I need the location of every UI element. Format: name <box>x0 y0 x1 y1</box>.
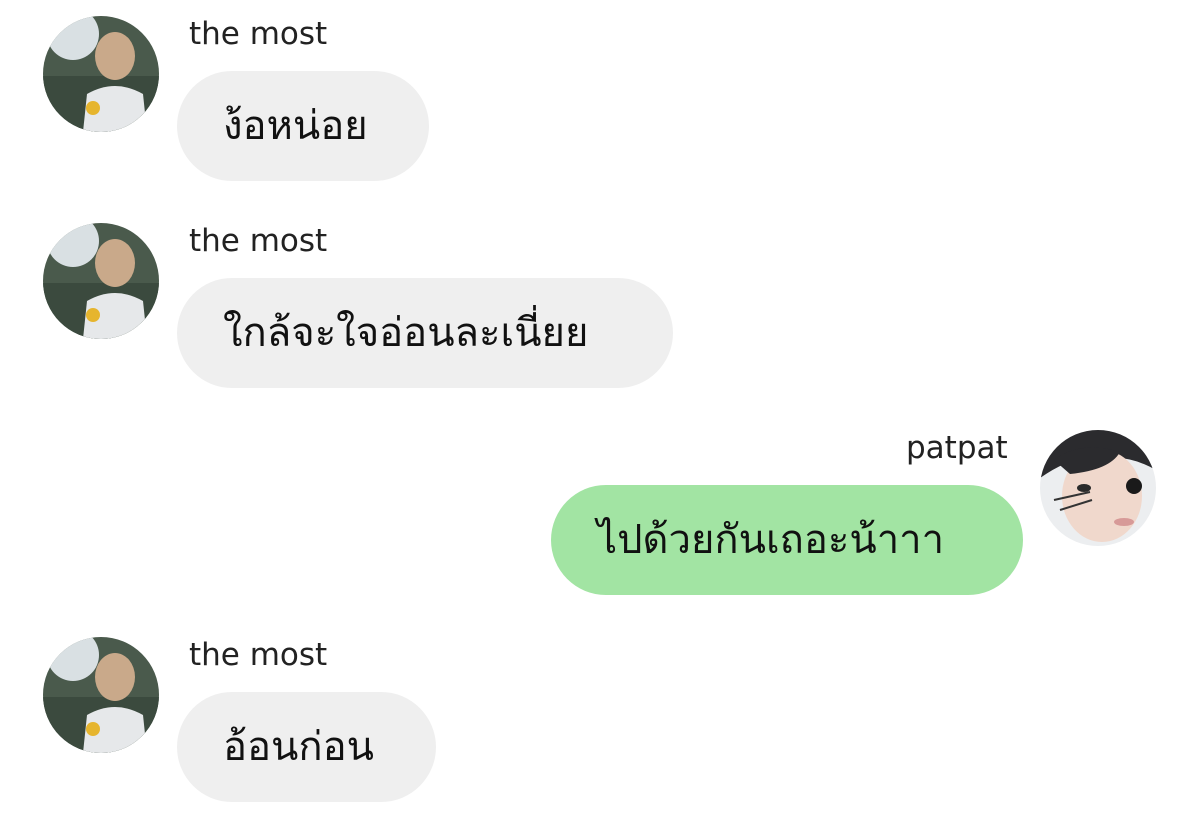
sender-avatar[interactable] <box>43 637 159 753</box>
message-bubble[interactable]: ไปด้วยกันเถอะน้าาา <box>551 485 1023 595</box>
message-bubble[interactable]: ง้อหน่อย <box>177 71 429 181</box>
avatar-photo-icon <box>1040 430 1156 546</box>
message-bubble[interactable]: ใกล้จะใจอ่อนละเนี่ยย <box>177 278 673 388</box>
sender-name: patpat <box>906 430 1008 466</box>
sender-avatar[interactable] <box>1040 430 1156 546</box>
sender-avatar[interactable] <box>43 223 159 339</box>
message-bubble[interactable]: อ้อนก่อน <box>177 692 436 802</box>
avatar-photo-icon <box>43 637 159 753</box>
sender-name: the most <box>189 16 328 52</box>
sender-avatar[interactable] <box>43 16 159 132</box>
sender-name: the most <box>189 637 328 673</box>
sender-name: the most <box>189 223 328 259</box>
avatar-photo-icon <box>43 223 159 339</box>
avatar-photo-icon <box>43 16 159 132</box>
